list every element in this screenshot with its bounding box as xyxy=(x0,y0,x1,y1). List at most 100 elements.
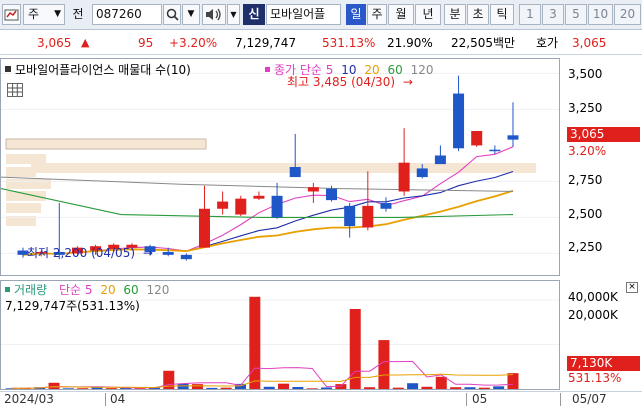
volume-profile-bar xyxy=(6,191,46,201)
search-button[interactable] xyxy=(163,4,181,25)
legend-square-icon xyxy=(5,287,10,292)
volume-bar xyxy=(364,387,376,389)
volume-ratio: 531.13% xyxy=(322,36,376,50)
volume-current-tag: 7,130K xyxy=(567,356,640,371)
high-label: 최고 3,485 (04/30) xyxy=(287,75,396,89)
price-tick: 2,750 xyxy=(568,173,603,187)
period-month[interactable]: 월 xyxy=(388,4,414,25)
volume-bar xyxy=(321,387,333,389)
volume-bar xyxy=(464,387,476,389)
candle-down xyxy=(489,149,501,152)
volume-bar xyxy=(392,387,404,389)
turnover-rate: 21.90% xyxy=(387,36,433,50)
stock-code-input[interactable]: 087260 xyxy=(92,4,162,25)
interval-10[interactable]: 10 xyxy=(588,4,613,25)
low-label: 최저 2,200 (04/05) xyxy=(27,246,136,260)
price-change-pct: +3.20% xyxy=(169,36,218,50)
volume-axis: × 40,000K 20,000K 7,130K 531.13% xyxy=(560,280,642,390)
volume-readout: 7,129,747주(531.13%) xyxy=(5,299,140,313)
volume-bar xyxy=(249,296,261,389)
period-minute[interactable]: 분 xyxy=(444,4,466,25)
up-arrow-icon: ▲ xyxy=(81,36,90,49)
chevron-down-icon: ▼ xyxy=(230,10,237,19)
candle-down xyxy=(434,155,446,165)
legend-volume: 거래량 xyxy=(14,283,48,297)
stock-icon-button[interactable] xyxy=(2,4,21,25)
period-day[interactable]: 일 xyxy=(346,4,366,25)
arrow-right-icon: → xyxy=(142,246,153,260)
legend-stock-name: 모바일어플라이언스 매물대 수(10) xyxy=(15,63,191,77)
legend-vol-ma20: 20 xyxy=(100,283,116,297)
volume-profile-bar xyxy=(5,138,207,150)
toolbar: 주 ▼ 전 087260 ▼ ▼ 신 모바일어플 일 주 월 년 분 초 틱 1… xyxy=(0,0,642,30)
candle-down xyxy=(453,93,465,149)
ask-label: 호가 xyxy=(536,36,559,50)
period-tick[interactable]: 틱 xyxy=(490,4,514,25)
candle-down xyxy=(344,205,356,227)
prev-label: 전 xyxy=(72,7,84,21)
volume-profile-bar xyxy=(6,154,46,164)
volume-bar xyxy=(493,386,505,389)
grid-toggle-button[interactable] xyxy=(7,83,23,97)
low-annotation: 최저 2,200 (04/05) → xyxy=(27,246,153,260)
current-pct-tag: 3.20% xyxy=(568,144,607,158)
price-tick: 3,250 xyxy=(568,101,603,115)
interval-1[interactable]: 1 xyxy=(519,4,541,25)
legend-vol-ma60: 60 xyxy=(123,283,139,297)
current-price: 3,065 xyxy=(37,36,72,50)
x-tick: 2024/03 xyxy=(4,392,54,406)
search-icon xyxy=(166,8,179,21)
volume-bar xyxy=(220,387,232,389)
volume-bar xyxy=(306,388,318,389)
candle-up xyxy=(471,131,483,146)
price-tick: 3,500 xyxy=(568,67,603,81)
x-tick-divider xyxy=(560,393,561,406)
volume-chart-panel[interactable]: 거래량 단순 5 20 60 120 7,129,747주(531.13%) xyxy=(0,280,560,390)
candle-down xyxy=(289,167,301,178)
volume-bar xyxy=(435,376,447,389)
candle-up xyxy=(198,208,210,248)
candle-down xyxy=(271,195,283,218)
interval-5[interactable]: 5 xyxy=(565,4,587,25)
period-second[interactable]: 초 xyxy=(467,4,489,25)
volume-bar xyxy=(206,387,218,389)
trade-volume: 7,129,747 xyxy=(235,36,297,50)
volume-bar xyxy=(263,386,275,389)
ask-price: 3,065 xyxy=(572,36,607,50)
candle-down xyxy=(326,188,338,201)
period-year[interactable]: 년 xyxy=(415,4,441,25)
volume-tick: 40,000K xyxy=(568,290,618,304)
volume-bar xyxy=(407,383,419,389)
legend-ma120: 120 xyxy=(410,63,434,77)
x-tick: 05/07 xyxy=(572,392,607,406)
market-select[interactable]: 주 ▼ xyxy=(23,4,65,25)
price-chart-panel[interactable]: 모바일어플라이언스 매물대 수(10) 종가 단순 5 10 20 60 120… xyxy=(0,58,560,276)
price-tick: 2,250 xyxy=(568,240,603,254)
x-tick-divider xyxy=(105,393,106,406)
speaker-icon xyxy=(206,8,221,21)
quote-bar: 3,065 ▲ 95 +3.20% 7,129,747 531.13% 21.9… xyxy=(0,31,642,55)
volume-bar xyxy=(478,387,490,389)
sound-button[interactable] xyxy=(202,4,226,25)
code-dropdown-button[interactable]: ▼ xyxy=(182,4,200,25)
ma-line-120 xyxy=(1,176,514,192)
x-axis: 2024/03 04 05 05/07 xyxy=(0,391,642,407)
volume-profile-bar xyxy=(6,203,41,213)
volume-bar xyxy=(421,386,433,389)
chevron-down-icon: ▼ xyxy=(187,9,195,19)
menu-dropdown-button[interactable]: ▼ xyxy=(227,4,240,25)
candle-up xyxy=(253,195,265,199)
interval-3[interactable]: 3 xyxy=(542,4,564,25)
candle-up xyxy=(235,198,247,215)
legend-vol-ma5: 단순 5 xyxy=(58,283,93,297)
period-week[interactable]: 주 xyxy=(367,4,387,25)
legend-vol-ma120: 120 xyxy=(146,283,170,297)
interval-20[interactable]: 20 xyxy=(614,4,641,25)
market-select-value: 주 xyxy=(28,7,40,21)
legend-square-icon xyxy=(5,66,11,72)
stock-name-field[interactable]: 모바일어플 xyxy=(266,4,341,25)
candle-up xyxy=(307,187,319,192)
volume-legend: 거래량 단순 5 20 60 120 xyxy=(5,283,169,298)
volume-profile-bar xyxy=(6,179,51,189)
panel-close-button[interactable]: × xyxy=(626,282,638,293)
